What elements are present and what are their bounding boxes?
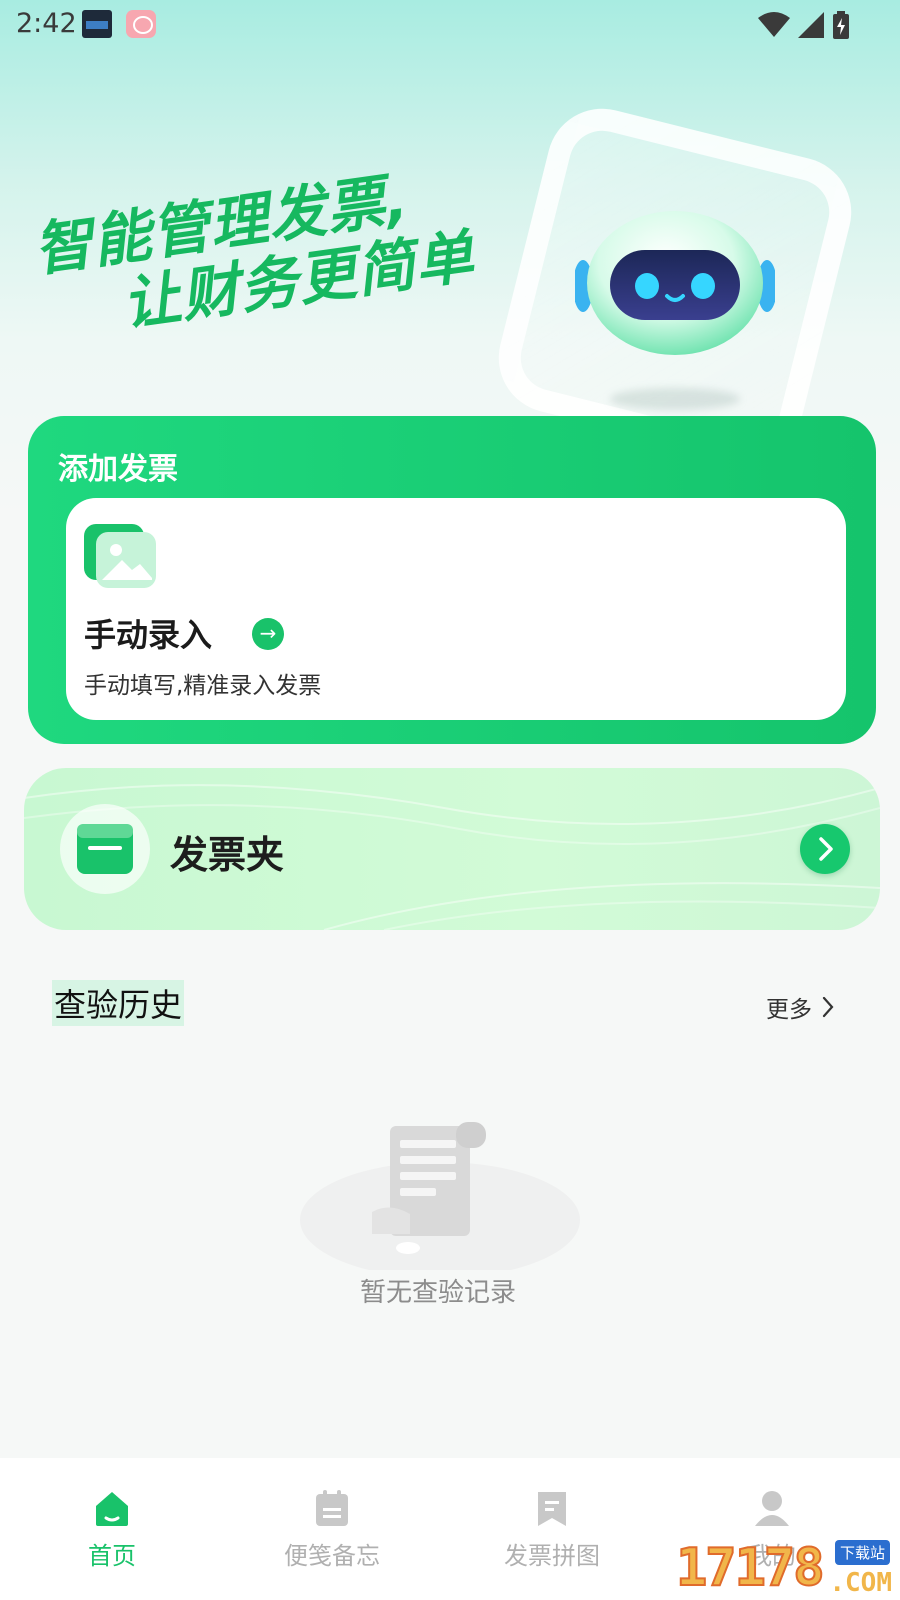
home-icon xyxy=(96,1492,128,1526)
add-invoice-title: 添加发票 xyxy=(58,452,178,487)
manual-entry-button[interactable]: 手动录入 → 手动填写,精准录入发票 xyxy=(66,498,846,720)
manual-entry-subtitle: 手动填写,精准录入发票 xyxy=(84,673,322,699)
watermark-number: 17178 xyxy=(675,1537,826,1599)
notification-app-icon xyxy=(82,10,112,38)
wallet-folder-icon xyxy=(77,824,133,874)
battery-charging-icon xyxy=(833,11,849,39)
status-time: 2:42 xyxy=(16,8,77,39)
more-label: 更多 xyxy=(766,997,812,1023)
tab-notes[interactable]: 便笺备忘 xyxy=(252,1488,412,1571)
cellular-signal-icon xyxy=(798,12,824,38)
history-section-title: 查验历史 xyxy=(52,980,185,1026)
tab-invoice-puzzle-label: 发票拼图 xyxy=(504,1542,600,1570)
tab-home-label: 首页 xyxy=(88,1542,136,1570)
robot-mascot-icon xyxy=(575,211,775,355)
folder-icon-background xyxy=(60,804,150,894)
invoice-folder-title: 发票夹 xyxy=(170,833,285,877)
status-icons xyxy=(758,10,850,40)
tab-home[interactable]: 首页 xyxy=(32,1488,192,1571)
status-bar: 2:42 xyxy=(0,0,900,48)
notification-app-icon-2 xyxy=(126,10,156,38)
watermark-logo: 17178 下载站 .COM xyxy=(675,1537,900,1600)
tab-notes-label: 便笺备忘 xyxy=(284,1542,380,1570)
empty-receipt-illustration xyxy=(300,1122,580,1270)
add-invoice-card: 添加发票 手动录入 → 手动填写,精准录入发票 xyxy=(28,416,876,744)
tab-invoice-puzzle[interactable]: 发票拼图 xyxy=(472,1488,632,1571)
wave-decoration xyxy=(24,784,880,930)
empty-history-text: 暂无查验记录 xyxy=(359,1278,516,1308)
arrow-right-icon: → xyxy=(252,618,284,650)
chevron-right-icon xyxy=(800,824,850,874)
image-icon xyxy=(84,524,156,588)
receipt-icon xyxy=(538,1492,566,1526)
chevron-right-icon xyxy=(822,996,834,1018)
watermark-domain: .COM xyxy=(829,1568,892,1598)
watermark-tag: 下载站 xyxy=(834,1540,890,1565)
invoice-folder-button[interactable]: 发票夹 xyxy=(24,768,880,930)
hero-slogan: 智能管理发票, 让财务更简单 xyxy=(30,158,478,349)
calendar-note-icon xyxy=(316,1490,348,1526)
wifi-icon xyxy=(758,12,790,37)
user-icon xyxy=(755,1491,789,1526)
manual-entry-title: 手动录入 xyxy=(84,616,213,654)
robot-shadow xyxy=(610,388,740,410)
history-more-link[interactable]: 更多 xyxy=(766,990,834,1024)
